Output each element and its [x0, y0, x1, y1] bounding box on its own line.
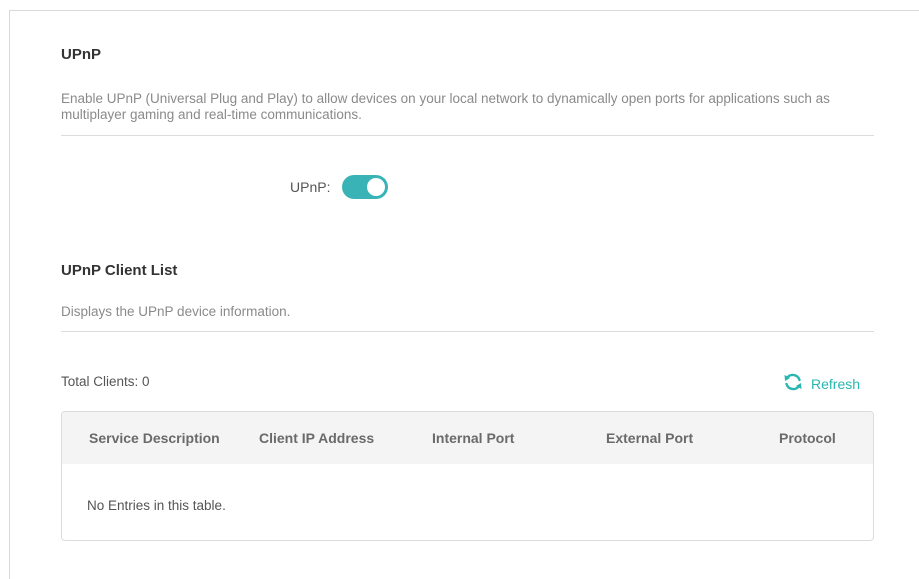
toggle-knob [367, 178, 386, 196]
client-list-divider [61, 331, 874, 332]
upnp-section-title: UPnP [61, 46, 102, 63]
client-list-description: Displays the UPnP device information. [61, 304, 291, 319]
upnp-toggle[interactable] [342, 175, 389, 199]
upnp-toggle-row: UPnP: [290, 175, 389, 199]
client-table: Service Description Client IP Address In… [61, 411, 874, 541]
refresh-icon [783, 372, 811, 395]
column-service-description: Service Description [89, 430, 220, 446]
table-header: Service Description Client IP Address In… [62, 412, 873, 464]
column-protocol: Protocol [779, 430, 836, 446]
column-internal-port: Internal Port [432, 430, 515, 446]
upnp-description: Enable UPnP (Universal Plug and Play) to… [61, 91, 830, 122]
upnp-toggle-label: UPnP: [290, 179, 331, 195]
client-list-title: UPnP Client List [61, 262, 178, 279]
refresh-button[interactable]: Refresh [783, 372, 860, 395]
column-client-ip-address: Client IP Address [259, 430, 375, 446]
table-empty-message: No Entries in this table. [87, 498, 226, 513]
upnp-divider [61, 135, 874, 136]
total-clients: Total Clients: 0 [61, 374, 150, 389]
refresh-label: Refresh [811, 375, 861, 392]
column-external-port: External Port [606, 430, 694, 446]
